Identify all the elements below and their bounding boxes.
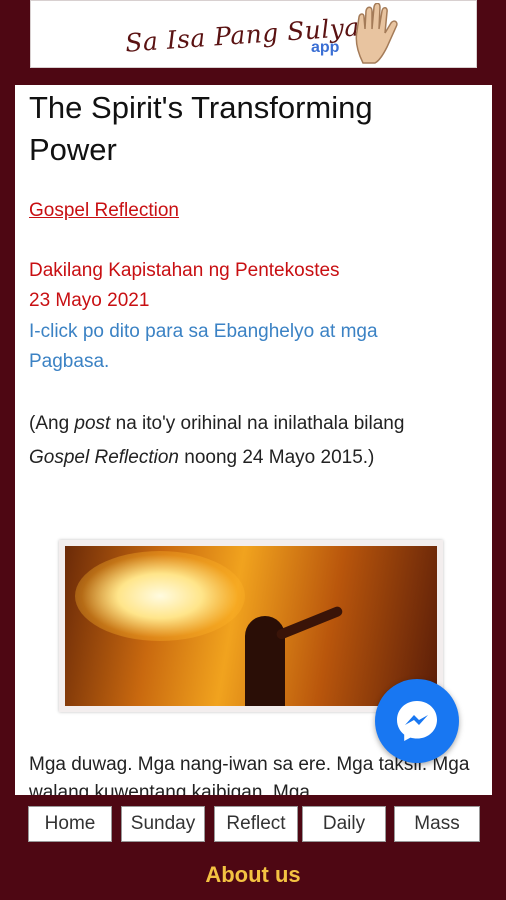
nav-mass-button[interactable]: Mass [394, 806, 480, 842]
feast-name: Dakilang Kapistahan ng Pentekostes [29, 260, 340, 281]
nav-home-button[interactable]: Home [28, 806, 112, 842]
app-logo[interactable]: Sa Isa Pang Sulyap app [30, 0, 477, 68]
note-middle: na ito'y orihinal na inilathala bilang [110, 413, 405, 434]
feast-date: 23 Mayo 2021 [29, 290, 150, 311]
note-italic-gospel: Gospel Reflection [29, 447, 179, 468]
raised-arm [275, 605, 344, 641]
note-suffix: noong 24 Mayo 2015.) [178, 447, 375, 468]
nav-daily-button[interactable]: Daily [302, 806, 386, 842]
about-us-link[interactable]: About us [0, 862, 506, 888]
nav-reflect-button[interactable]: Reflect [214, 806, 298, 842]
gospel-reflection-link[interactable]: Gospel Reflection [29, 200, 179, 222]
bottom-nav: Home Sunday Reflect Daily Mass [28, 806, 480, 842]
note-prefix: (Ang [29, 413, 75, 434]
note-italic-post: post [74, 413, 111, 434]
original-post-note: (Ang post na ito'y orihinal na inilathal… [29, 407, 459, 475]
readings-link[interactable]: I-click po dito para sa Ebanghelyo at mg… [29, 317, 459, 377]
nav-sunday-button[interactable]: Sunday [121, 806, 205, 842]
article-image [59, 540, 443, 712]
messenger-button[interactable] [375, 679, 459, 763]
light-burst [75, 551, 245, 641]
messenger-icon [397, 701, 437, 741]
hand-icon [355, 3, 398, 64]
logo-app-label: app [311, 39, 340, 56]
page-title: The Spirit's Transforming Power [29, 90, 373, 167]
pentecost-image [65, 546, 437, 706]
